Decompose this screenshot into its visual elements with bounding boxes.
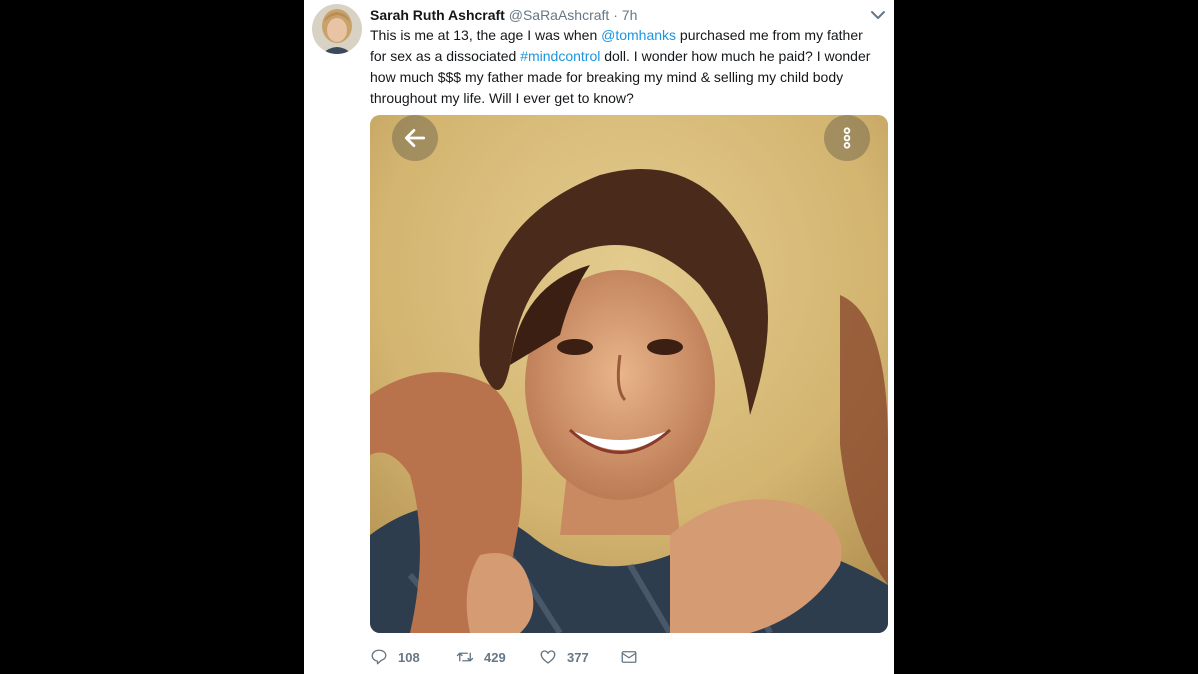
more-options-button[interactable] bbox=[824, 115, 870, 161]
like-count: 377 bbox=[567, 649, 589, 665]
reply-icon bbox=[371, 649, 387, 665]
avatar-image bbox=[312, 4, 362, 54]
heart-icon bbox=[540, 650, 556, 664]
chevron-down-icon[interactable] bbox=[870, 8, 886, 22]
hashtag-link[interactable]: #mindcontrol bbox=[520, 48, 600, 64]
reply-count: 108 bbox=[398, 649, 420, 665]
retweet-button[interactable]: 429 bbox=[456, 646, 506, 668]
retweet-icon bbox=[456, 652, 474, 662]
like-button[interactable]: 377 bbox=[539, 646, 589, 668]
more-vertical-icon bbox=[843, 127, 851, 149]
tweet-header: Sarah Ruth Ashcraft @SaRaAshcraft · 7h bbox=[370, 6, 637, 24]
tweet-photo[interactable] bbox=[370, 115, 888, 633]
retweet-count: 429 bbox=[484, 649, 506, 665]
tweet-time[interactable]: 7h bbox=[622, 7, 638, 23]
author-handle[interactable]: @SaRaAshcraft bbox=[509, 7, 610, 23]
tweet-text: This is me at 13, the age I was when @to… bbox=[370, 25, 880, 109]
envelope-icon bbox=[621, 651, 637, 663]
tweet-text-part: This is me at 13, the age I was when bbox=[370, 27, 602, 43]
reply-button[interactable]: 108 bbox=[370, 646, 420, 668]
mention-link[interactable]: @tomhanks bbox=[601, 27, 676, 43]
back-button[interactable] bbox=[392, 115, 438, 161]
avatar[interactable] bbox=[312, 4, 362, 54]
direct-message-button[interactable] bbox=[620, 646, 638, 668]
arrow-left-icon bbox=[404, 129, 426, 147]
separator: · bbox=[609, 7, 622, 23]
author-name[interactable]: Sarah Ruth Ashcraft bbox=[370, 7, 505, 23]
tweet-actions: 108 429 377 bbox=[370, 646, 670, 668]
photo-image bbox=[370, 115, 888, 633]
tweet-card: Sarah Ruth Ashcraft @SaRaAshcraft · 7h T… bbox=[304, 0, 894, 674]
